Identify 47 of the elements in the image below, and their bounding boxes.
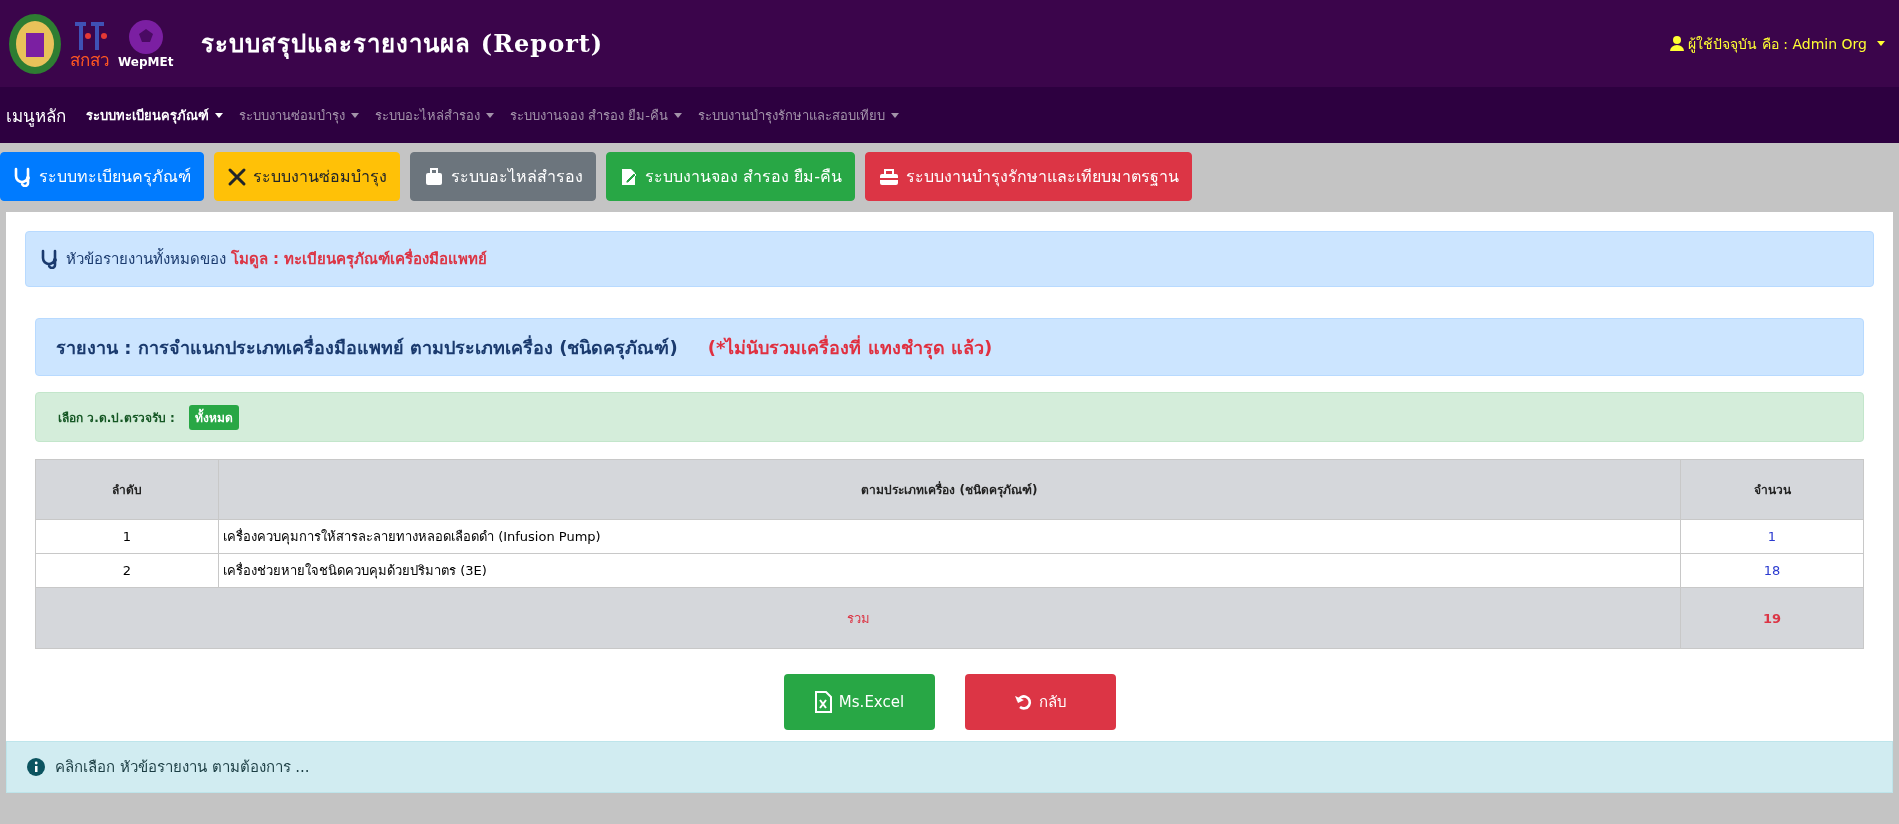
stethoscope-icon (13, 166, 33, 187)
nav-menu-item[interactable]: ระบบงานซ่อมบำรุง (239, 104, 359, 126)
info-icon (27, 758, 45, 776)
caret-icon (215, 112, 223, 118)
caret-icon (486, 112, 494, 118)
user-menu[interactable]: ผู้ใช้ปัจจุบัน คือ : Admin Org (1670, 32, 1885, 55)
total-label: รวม (35, 587, 1681, 649)
table-cell: เครื่องช่วยหายใจชนิดควบคุมด้วยปริมาตร (3E) (218, 553, 1681, 588)
logo-text: สกสว (70, 52, 110, 69)
menu-brand: เมนูหลัก (6, 104, 66, 129)
report-note: (*ไม่นับรวมเครื่องที่ แทงชำรุด แล้ว) (707, 334, 993, 362)
nav-menu-item[interactable]: ระบบงานบำรุงรักษาและสอบเทียบ (697, 104, 899, 126)
count-link[interactable]: 1 (1680, 519, 1864, 554)
table-cell: เครื่องควบคุมการให้สารละลายทางหลอดเลือดดำ (Infusion Pump) (218, 519, 1681, 554)
caret-icon (673, 112, 682, 118)
user-icon (1670, 36, 1685, 51)
stethoscope-icon (40, 249, 60, 269)
toolbox-icon (877, 166, 900, 187)
table-cell: 2 (35, 553, 219, 588)
hint-text: คลิกเลือก หัวข้อรายงาน ตามต้องการ ... (55, 757, 310, 778)
module-button[interactable]: ระบบงานบำรุงรักษาและเทียบมาตรฐาน (864, 152, 1192, 201)
caret-icon (890, 112, 899, 118)
document-edit-icon (619, 166, 639, 187)
undo-icon (1013, 693, 1032, 711)
nav-menu-item[interactable]: ระบบทะเบียนครุภัณฑ์ (86, 104, 223, 126)
module-button[interactable]: ระบบงานซ่อมบำรุง (214, 152, 400, 201)
count-link[interactable]: 18 (1680, 553, 1864, 588)
caret-icon (351, 112, 359, 118)
total-count: 19 (1680, 587, 1864, 649)
column-header: ลำดับ (35, 459, 219, 520)
module-button[interactable]: ระบบอะไหล่สำรอง (410, 152, 596, 201)
column-header: จำนวน (1680, 459, 1864, 520)
seal-logo-icon (8, 12, 62, 75)
module-button[interactable]: ระบบทะเบียนครุภัณฑ์ (0, 152, 204, 201)
luggage-icon (423, 166, 445, 187)
app-title: ระบบสรุปและรายงานผล (Report) (201, 28, 604, 61)
caret-icon (1877, 41, 1885, 46)
nav-menu-item[interactable]: ระบบอะไหล่สำรอง (375, 104, 494, 126)
report-title: รายงาน : การจำแนกประเภทเครื่องมือแพทย์ ตามประเภทเครื่อง (ชนิดครุภัณฑ์) (56, 334, 678, 362)
column-header: ตามประเภทเครื่อง (ชนิดครุภัณฑ์) (218, 459, 1681, 520)
alert-text: หัวข้อรายงานทั้งหมดของ โมดูล : ทะเบียนครุภัณฑ์เครื่องมือแพทย์ (66, 247, 488, 271)
back-button[interactable]: กลับ (964, 674, 1116, 730)
nav-menu-item[interactable]: ระบบงานจอง สำรอง ยืม-คืน (510, 104, 682, 126)
filter-label: เลือก ว.ด.ป.ตรวจรับ : (58, 409, 175, 427)
spreadsheet-file-icon (813, 691, 832, 713)
table-cell: 1 (35, 519, 219, 554)
logo-text: WepMEt (118, 54, 174, 69)
